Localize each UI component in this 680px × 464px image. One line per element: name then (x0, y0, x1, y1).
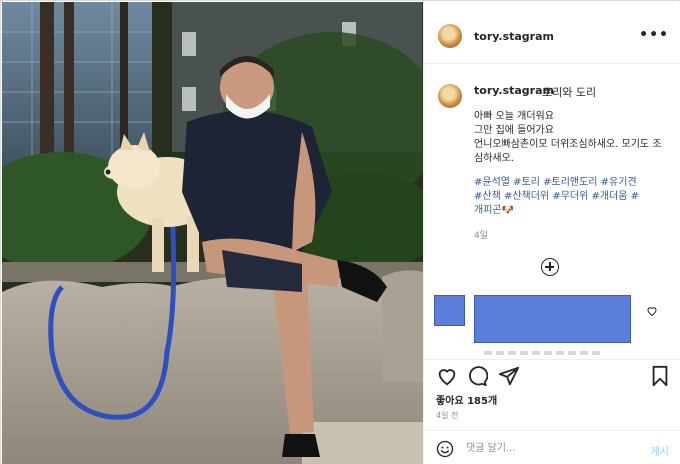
faded-comment-text (484, 351, 604, 355)
instagram-post-window: tory.stagram ••• tory.stagram 토리와 도리 아빠 … (0, 0, 680, 464)
post-timestamp[interactable]: 4일 전 (436, 410, 458, 421)
post-side-panel: tory.stagram ••• tory.stagram 토리와 도리 아빠 … (423, 2, 680, 464)
post-comment-button[interactable]: 게시 (651, 443, 669, 458)
comment-like-heart-icon[interactable] (646, 305, 658, 317)
load-more-comments-button[interactable] (541, 258, 559, 276)
action-bar: 좋아요 185개 4일 전 (424, 359, 680, 429)
caption-text: 아빠 오늘 개더워요 그만 집에 들어가요 언니오빠삼촌이모 더위조심하새오. … (474, 111, 662, 164)
caption-display-name: 토리와 도리 (542, 86, 597, 99)
share-icon[interactable] (498, 365, 520, 387)
redacted-avatar (434, 295, 465, 326)
heart-icon[interactable] (436, 365, 458, 387)
comments-section: tory.stagram 토리와 도리 아빠 오늘 개더워요 그만 집에 들어가… (424, 64, 680, 359)
likes-count[interactable]: 좋아요 185개 (436, 392, 497, 407)
caption-age: 4일 (474, 231, 489, 241)
bookmark-icon[interactable] (650, 365, 670, 387)
photo-illustration (2, 2, 423, 464)
caption-hashtags[interactable]: #윤석열 #토리 #토리앤도리 #유기견 #산책 #산책더위 #무더위 #개더움… (474, 176, 664, 218)
comment-icon[interactable] (466, 365, 488, 387)
post-header: tory.stagram ••• (424, 2, 680, 64)
add-comment-bar: 게시 (424, 430, 680, 464)
emoji-icon[interactable] (436, 440, 454, 458)
header-username[interactable]: tory.stagram (474, 30, 554, 43)
redacted-comment (474, 295, 631, 343)
post-photo[interactable] (2, 2, 423, 464)
more-horizontal-icon[interactable]: ••• (639, 28, 669, 42)
comment-input[interactable] (466, 439, 636, 457)
avatar[interactable] (438, 24, 462, 48)
caption-avatar[interactable] (438, 84, 462, 108)
